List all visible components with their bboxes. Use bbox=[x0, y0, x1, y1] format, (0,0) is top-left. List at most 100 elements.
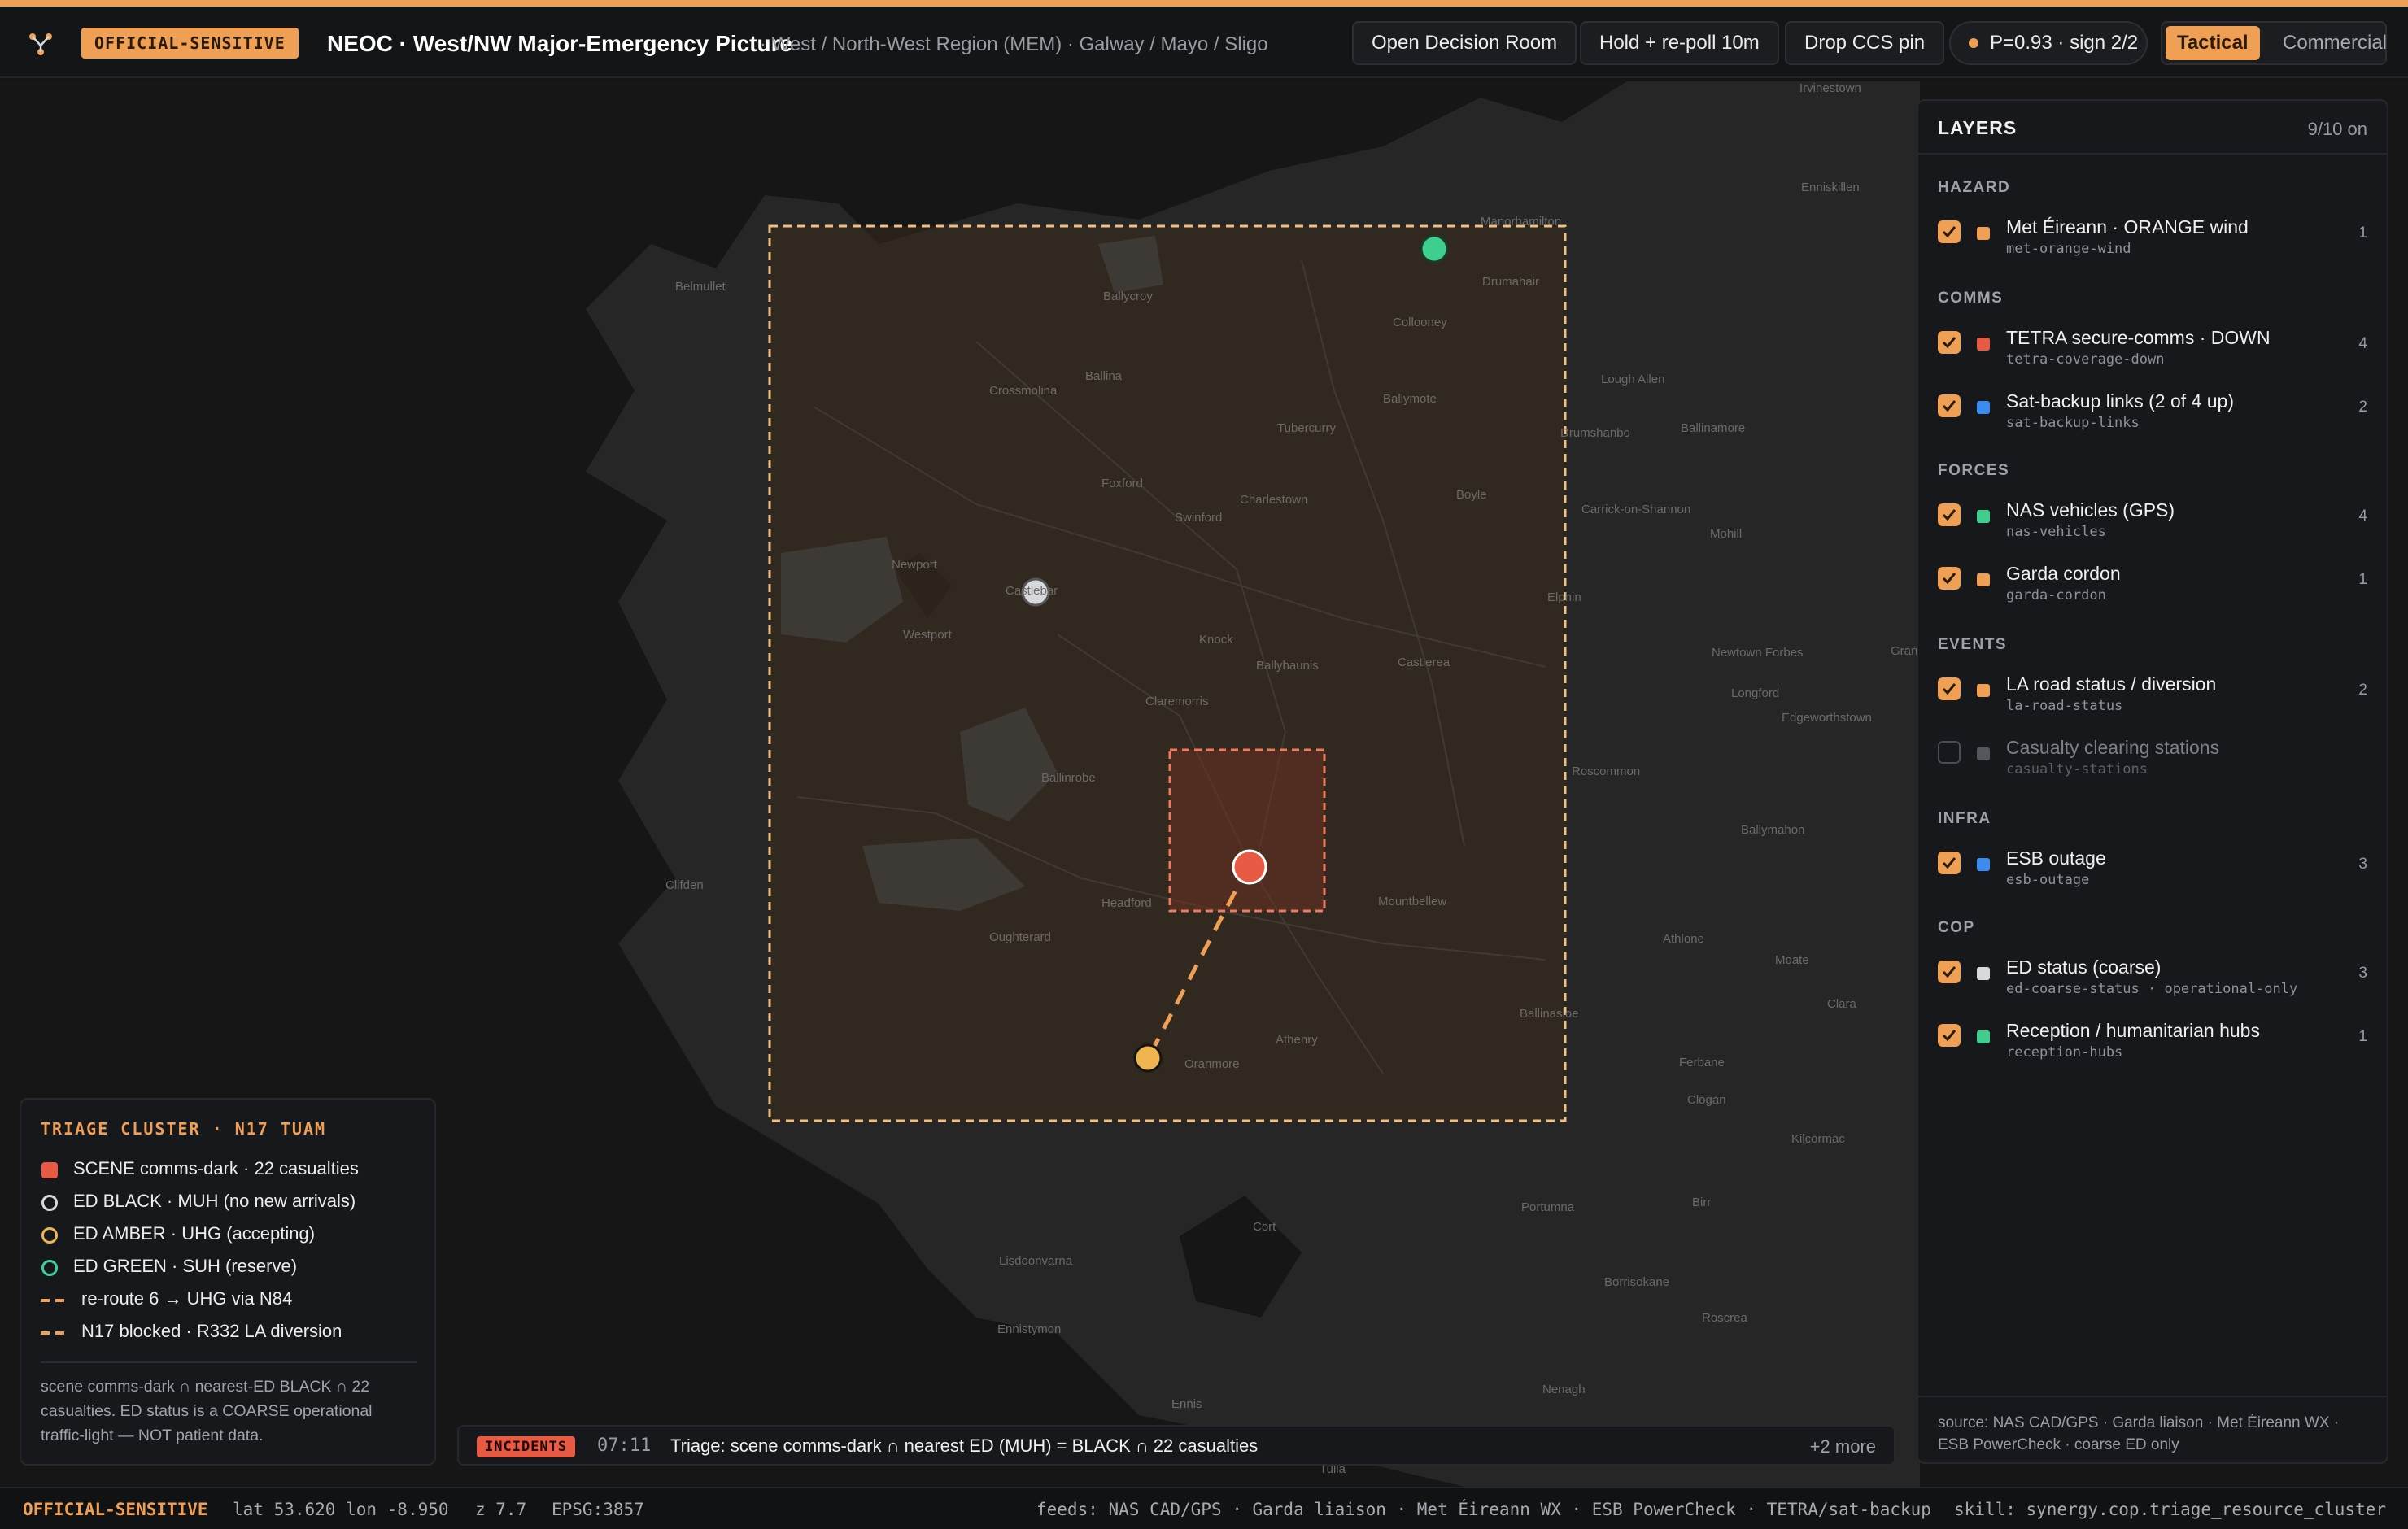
layer-row-la-road-status[interactable]: LA road status / diversion la-road-statu… bbox=[1918, 667, 2387, 724]
layer-row-tetra-coverage-down[interactable]: TETRA secure-comms · DOWN tetra-coverage… bbox=[1918, 320, 2387, 377]
layer-count: 4 bbox=[2358, 335, 2367, 352]
layer-checkbox[interactable] bbox=[1938, 503, 1961, 526]
check-icon bbox=[1942, 1030, 1956, 1042]
triage-legend-label: SCENE comms-dark · 22 casualties bbox=[73, 1158, 359, 1178]
place-label: Mountbellew bbox=[1378, 895, 1447, 908]
place-label: Ballymahon bbox=[1741, 823, 1805, 837]
incidents-ticker[interactable]: INCIDENTS 07:11 Triage: scene comms-dark… bbox=[457, 1425, 1895, 1466]
commercial-mode-button[interactable]: Commercial bbox=[2271, 26, 2398, 60]
place-label: Irvinestown bbox=[1799, 81, 1861, 95]
layer-checkbox[interactable] bbox=[1938, 741, 1961, 764]
place-label: Kilcormac bbox=[1791, 1132, 1845, 1146]
reroute-dash-icon bbox=[41, 1299, 68, 1302]
app-logo-icon[interactable] bbox=[24, 28, 57, 60]
layer-swatch bbox=[1977, 747, 1990, 760]
place-label: Ballycroy bbox=[1103, 290, 1153, 303]
place-label: Ballinasloe bbox=[1520, 1007, 1579, 1021]
place-label: Oranmore bbox=[1184, 1057, 1240, 1071]
place-label: Enniskillen bbox=[1801, 181, 1860, 194]
status-bar: OFFICIAL-SENSITIVE lat 53.620 lon -8.950… bbox=[0, 1487, 2408, 1529]
layer-name: ESB outage bbox=[2006, 847, 2106, 869]
layer-checkbox[interactable] bbox=[1938, 1024, 1961, 1047]
place-label: Lough Allen bbox=[1601, 372, 1665, 386]
layer-checkbox[interactable] bbox=[1938, 852, 1961, 874]
layer-checkbox[interactable] bbox=[1938, 677, 1961, 700]
check-icon bbox=[1942, 400, 1956, 412]
place-label: Castlerea bbox=[1398, 656, 1450, 669]
layers-count: 9/10 on bbox=[2307, 119, 2367, 139]
layer-count: 2 bbox=[2358, 682, 2367, 699]
tactical-mode-button[interactable]: Tactical bbox=[2166, 26, 2260, 60]
layer-count: 1 bbox=[2358, 1028, 2367, 1045]
layer-row-nas-vehicles[interactable]: NAS vehicles (GPS) nas-vehicles 4 bbox=[1918, 493, 2387, 550]
incidents-more-link[interactable]: +2 more bbox=[1810, 1436, 1876, 1457]
ed-black-ring-icon bbox=[41, 1195, 58, 1211]
place-label: Knock bbox=[1199, 633, 1233, 647]
triage-legend-item: ED GREEN · SUH (reserve) bbox=[41, 1254, 423, 1279]
layer-checkbox[interactable] bbox=[1938, 394, 1961, 417]
layer-row-garda-cordon[interactable]: Garda cordon garda-cordon 1 bbox=[1918, 556, 2387, 613]
layer-group-hazard: HAZARD bbox=[1938, 179, 2011, 196]
triage-legend-item: ED BLACK · MUH (no new arrivals) bbox=[41, 1189, 423, 1213]
place-label: Elphin bbox=[1547, 590, 1581, 604]
hold-repoll-button[interactable]: Hold + re-poll 10m bbox=[1580, 21, 1779, 65]
triage-note: scene comms-dark ∩ nearest-ED BLACK ∩ 22… bbox=[41, 1378, 373, 1444]
place-label: Manorhamilton bbox=[1481, 215, 1562, 229]
layer-name: TETRA secure-comms · DOWN bbox=[2006, 327, 2271, 348]
layer-count: 3 bbox=[2358, 856, 2367, 873]
layer-checkbox[interactable] bbox=[1938, 567, 1961, 590]
layer-id: sat-backup-links bbox=[2006, 415, 2140, 431]
place-label: Ferbane bbox=[1679, 1056, 1725, 1069]
layer-name: Casualty clearing stations bbox=[2006, 737, 2220, 758]
check-icon bbox=[1942, 509, 1956, 521]
triage-legend-label: ED BLACK · MUH (no new arrivals) bbox=[73, 1191, 356, 1211]
place-label: Boyle bbox=[1456, 488, 1487, 502]
layer-group-events: EVENTS bbox=[1938, 636, 2008, 653]
layer-id: reception-hubs bbox=[2006, 1044, 2123, 1061]
zoom-level: z 7.7 bbox=[475, 1500, 527, 1519]
layer-row-met-orange-wind[interactable]: Met Éireann · ORANGE wind met-orange-win… bbox=[1918, 210, 2387, 267]
layer-name: LA road status / diversion bbox=[2006, 673, 2217, 695]
layer-checkbox[interactable] bbox=[1938, 331, 1961, 354]
place-label: Cort bbox=[1253, 1220, 1276, 1234]
layer-row-reception-hubs[interactable]: Reception / humanitarian hubs reception-… bbox=[1918, 1013, 2387, 1070]
drop-ccs-pin-button[interactable]: Drop CCS pin bbox=[1785, 21, 1945, 65]
layer-row-sat-backup-links[interactable]: Sat-backup links (2 of 4 up) sat-backup-… bbox=[1918, 384, 2387, 441]
place-label: Clifden bbox=[665, 878, 704, 892]
diversion-dash-icon bbox=[41, 1331, 68, 1335]
triage-legend-item: ED AMBER · UHG (accepting) bbox=[41, 1222, 423, 1246]
place-label: Ballinrobe bbox=[1041, 771, 1096, 785]
layer-checkbox[interactable] bbox=[1938, 220, 1961, 243]
incident-text[interactable]: Triage: scene comms-dark ∩ nearest ED (M… bbox=[670, 1435, 1258, 1457]
open-decision-room-button[interactable]: Open Decision Room bbox=[1352, 21, 1577, 65]
place-label: Newport bbox=[892, 558, 937, 572]
triage-title: TRIAGE CLUSTER · N17 TUAM bbox=[41, 1119, 327, 1139]
layer-row-ed-coarse-status[interactable]: ED status (coarse) ed-coarse-status · op… bbox=[1918, 950, 2387, 1007]
layer-id: esb-outage bbox=[2006, 872, 2090, 888]
region-subtitle: · West / North-West Region (MEM) · Galwa… bbox=[760, 33, 1268, 55]
layer-id: tetra-coverage-down bbox=[2006, 351, 2165, 368]
layer-count: 2 bbox=[2358, 399, 2367, 416]
ed-amber-ring-icon bbox=[41, 1227, 58, 1244]
place-label: Oughterard bbox=[989, 930, 1051, 944]
check-icon bbox=[1942, 573, 1956, 585]
layer-name: Garda cordon bbox=[2006, 563, 2121, 584]
incident-time: 07:11 bbox=[597, 1435, 652, 1456]
place-label: Foxford bbox=[1101, 477, 1143, 490]
confidence-status-pill: P=0.93 · sign 2/2 bbox=[1949, 21, 2148, 65]
layers-panel-header: LAYERS 9/10 on bbox=[1918, 101, 2387, 155]
layer-swatch bbox=[1977, 227, 1990, 240]
layer-row-esb-outage[interactable]: ESB outage esb-outage 3 bbox=[1918, 841, 2387, 898]
place-label: Lisdoonvarna bbox=[999, 1254, 1073, 1268]
mode-toggle: Tactical Commercial bbox=[2161, 21, 2387, 65]
layer-swatch bbox=[1977, 401, 1990, 414]
layer-row-casualty-stations[interactable]: Casualty clearing stations casualty-stat… bbox=[1918, 730, 2387, 787]
layer-swatch bbox=[1977, 573, 1990, 586]
layer-checkbox[interactable] bbox=[1938, 961, 1961, 983]
layers-title: LAYERS bbox=[1938, 117, 2018, 138]
app-header: OFFICIAL-SENSITIVE NEOC · West/NW Major-… bbox=[0, 7, 2408, 78]
place-label: Athenry bbox=[1276, 1033, 1318, 1047]
layer-group-forces: FORCES bbox=[1938, 462, 2010, 479]
layer-group-cop: COP bbox=[1938, 919, 1975, 936]
layer-name: NAS vehicles (GPS) bbox=[2006, 499, 2175, 521]
